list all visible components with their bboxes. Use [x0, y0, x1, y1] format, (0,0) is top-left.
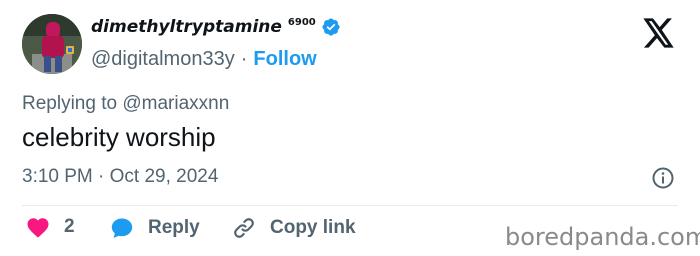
- display-name[interactable]: dimethyltryptamine: [91, 17, 282, 37]
- reply-label: Reply: [148, 217, 200, 238]
- replying-prefix: Replying to: [22, 93, 118, 114]
- verified-badge-icon: [322, 18, 340, 36]
- name-badge-number: 6900: [287, 16, 316, 28]
- copy-link-button[interactable]: Copy link: [232, 216, 356, 240]
- tweet-text: celebrity worship: [22, 122, 216, 152]
- divider: [22, 205, 678, 206]
- copy-link-label: Copy link: [270, 217, 356, 238]
- like-button[interactable]: 2: [26, 216, 75, 238]
- separator-dot: ·: [240, 48, 248, 70]
- tweet-timestamp[interactable]: 3:10 PM · Oct 29, 2024: [22, 166, 218, 188]
- reply-mention-link[interactable]: @mariaxxnn: [122, 93, 229, 114]
- user-handle[interactable]: @digitalmon33y: [91, 48, 235, 71]
- tweet-card: dimethyltryptamine 6900 @digitalmon33y ·…: [0, 0, 700, 256]
- heart-icon: [27, 218, 49, 238]
- watermark: boredpanda.com: [505, 223, 700, 251]
- info-icon[interactable]: [651, 166, 675, 190]
- avatar[interactable]: [22, 14, 82, 74]
- link-icon: [234, 218, 254, 238]
- x-logo-icon[interactable]: [643, 18, 675, 48]
- handle-row: @digitalmon33y · Follow: [91, 48, 317, 71]
- like-count: 2: [64, 216, 75, 237]
- reply-button[interactable]: Reply: [110, 216, 200, 240]
- replying-to: Replying to @mariaxxnn: [22, 93, 229, 115]
- reply-bubble-icon: [111, 218, 133, 238]
- display-name-row[interactable]: dimethyltryptamine 6900: [91, 17, 341, 37]
- follow-button[interactable]: Follow: [253, 48, 316, 71]
